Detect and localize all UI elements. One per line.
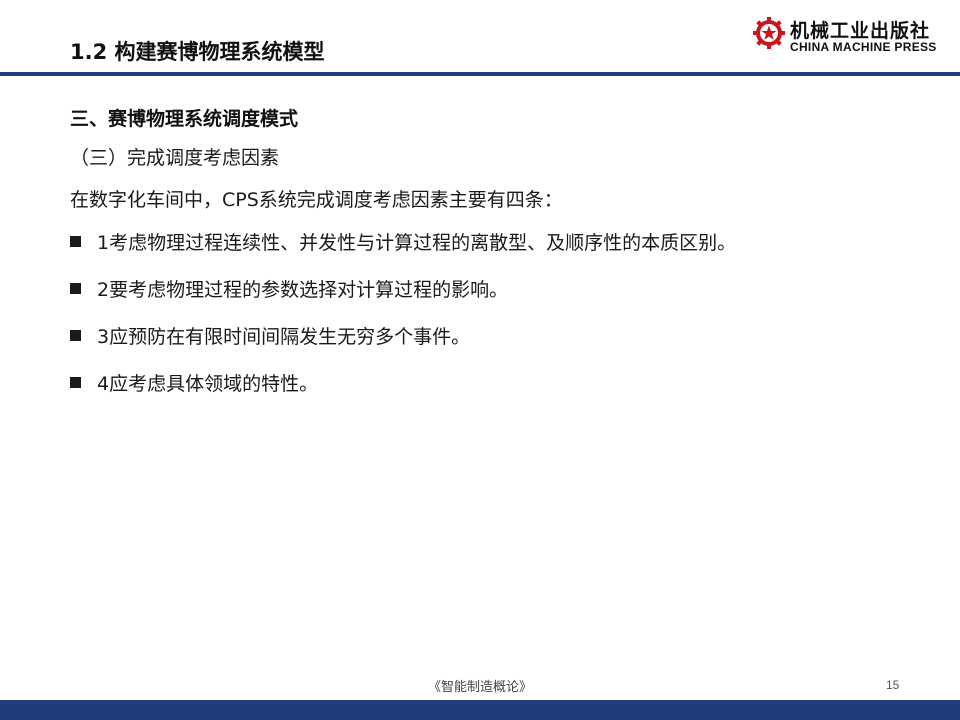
list-item: 2要考虑物理过程的参数选择对计算过程的影响。 — [70, 275, 736, 322]
list-item: 1考虑物理过程连续性、并发性与计算过程的离散型、及顺序性的本质区别。 — [70, 228, 736, 275]
section-heading: 三、赛博物理系统调度模式 — [70, 108, 299, 130]
square-bullet-icon — [70, 283, 81, 294]
bullet-list: 1考虑物理过程连续性、并发性与计算过程的离散型、及顺序性的本质区别。 2要考虑物… — [70, 228, 736, 416]
footer-bar — [0, 700, 960, 720]
header-divider — [0, 72, 960, 76]
intro-text: 在数字化车间中，CPS系统完成调度考虑因素主要有四条： — [70, 189, 563, 211]
list-item-text: 1考虑物理过程连续性、并发性与计算过程的离散型、及顺序性的本质区别。 — [97, 232, 737, 254]
logo-name-en: CHINA MACHINE PRESS — [790, 40, 937, 54]
slide-title: 1.2 构建赛博物理系统模型 — [70, 40, 325, 64]
square-bullet-icon — [70, 330, 81, 341]
square-bullet-icon — [70, 377, 81, 388]
list-item: 3应预防在有限时间间隔发生无穷多个事件。 — [70, 322, 736, 369]
square-bullet-icon — [70, 236, 81, 247]
page-number: 15 — [886, 678, 900, 692]
list-item-text: 3应预防在有限时间间隔发生无穷多个事件。 — [97, 326, 471, 348]
logo-name-cn: 机械工业出版社 — [790, 20, 931, 42]
subheading: （三）完成调度考虑因素 — [70, 147, 280, 169]
list-item-text: 4应考虑具体领域的特性。 — [97, 373, 319, 395]
list-item: 4应考虑具体领域的特性。 — [70, 369, 736, 416]
publisher-logo: 机械工业出版社 CHINA MACHINE PRESS — [752, 16, 952, 58]
footer-book-title: 《智能制造概论》 — [427, 680, 532, 695]
list-item-text: 2要考虑物理过程的参数选择对计算过程的影响。 — [97, 279, 509, 301]
gear-star-seal-icon — [753, 17, 785, 49]
